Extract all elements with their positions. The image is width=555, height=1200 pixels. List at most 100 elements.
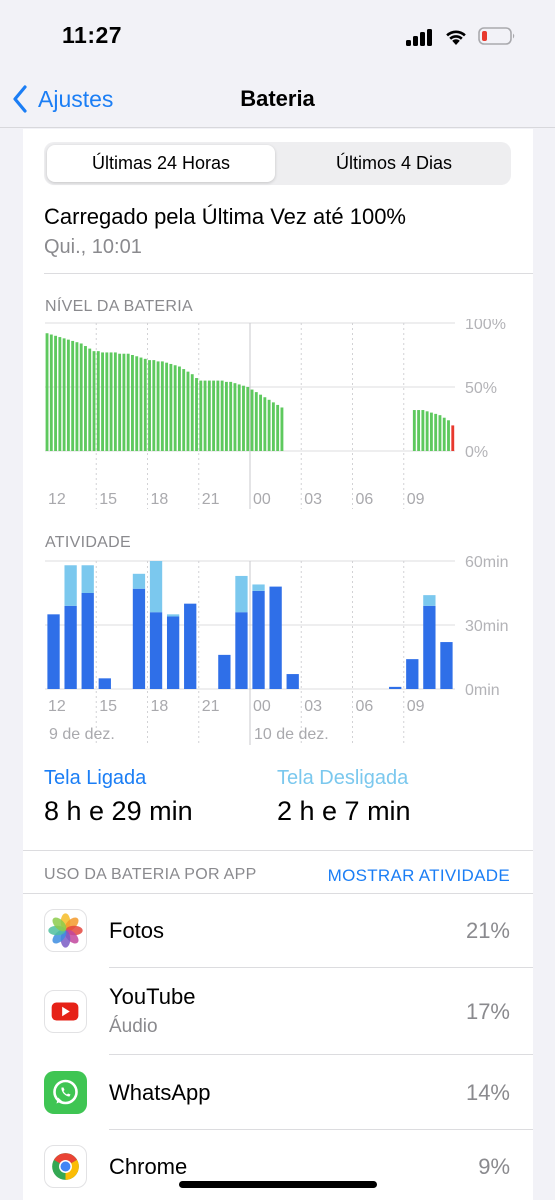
battery-bar [434,413,438,451]
battery-level-chart: 100% 50% 0% 12 15 18 21 00 03 06 09 [45,319,506,509]
screen-off-bar [132,573,146,589]
activity-chart: 60min 30min 0min 12 15 18 21 00 03 06 09 9 de dez. 1… [45,555,509,745]
last-charged-time: Qui., 10:01 [44,236,142,258]
screen-on-bar [132,588,146,689]
show-activity-button[interactable]: MOSTRAR ATIVIDADE [328,866,510,886]
battery-bar [113,352,117,451]
battery-level-label: NÍVEL DA BATERIA [45,298,193,315]
battery-card: Últimas 24 Horas Últimos 4 Dias Carregad… [23,129,533,1200]
navigation-bar: Ajustes Bateria [0,72,555,128]
battery-bar [212,380,216,451]
chrome-icon [44,1145,87,1188]
x-tick-label: 15 [99,491,117,508]
battery-bar [250,389,254,451]
x-tick-label: 06 [356,491,374,508]
screen-off-label: Tela Desligada [277,767,409,789]
x-tick-label: 18 [151,698,169,715]
battery-bar [417,410,421,451]
screen-on-bar [406,659,419,689]
x-tick-label: 12 [48,698,66,715]
battery-bar [131,355,134,451]
y-tick-label: 0min [465,682,500,699]
battery-bar [139,357,143,451]
battery-bar [442,417,446,451]
screen-off-bar [252,584,265,591]
app-percentage: 14% [465,1080,510,1105]
y-tick-label: 100% [465,319,506,333]
screen-on-value: 8 h e 29 min [44,796,193,826]
screen-on-bar [166,616,180,689]
battery-bar [429,412,433,451]
battery-bar [62,338,66,451]
screen-on-bar [440,642,453,689]
battery-bar [118,353,122,451]
x-tick-label: 03 [304,491,322,508]
app-row-fotos[interactable]: Fotos 21% [23,893,533,968]
screen-off-bar [149,561,163,613]
screen-on-bar [423,605,436,689]
battery-bar [263,397,267,451]
home-indicator[interactable] [179,1181,377,1188]
battery-bar [101,352,104,451]
x-tick-label: 18 [151,491,169,508]
battery-bar [242,385,245,451]
screen-on-bar [389,686,402,689]
y-tick-label: 0% [465,444,488,461]
battery-bar [425,411,429,451]
photos-icon [44,909,87,952]
battery-bar [233,383,237,451]
battery-bar [237,384,241,451]
y-tick-label: 60min [465,555,509,571]
battery-bar [246,387,250,451]
screen-on-bar [218,654,231,689]
battery-bar [126,353,130,451]
battery-bar [447,420,450,451]
status-time: 11:27 [62,22,123,48]
date-label: 10 de dez. [254,726,329,743]
battery-bar [203,380,207,451]
battery-bar [220,380,224,451]
screen-on-label: Tela Ligada [44,767,147,789]
screen-on-bar [286,674,299,689]
page-title: Bateria [240,86,315,111]
x-tick-label: 12 [48,491,66,508]
segment-last-4-days[interactable]: Últimos 4 Dias [280,145,508,182]
app-row-youtube[interactable]: YouTube Áudio 17% [23,968,533,1055]
screen-on-bar [149,612,163,689]
last-charged-title: Carregado pela Última Vez até 100% [44,204,406,229]
battery-bar [165,362,169,451]
battery-bar [88,348,92,451]
battery-bar [54,335,58,451]
battery-bar [105,352,109,451]
screen-on-bar [47,614,60,689]
screen-on-bar [81,593,94,689]
battery-bar [190,374,194,451]
y-tick-label: 30min [465,618,509,635]
battery-bar [267,399,271,451]
app-row-chrome[interactable]: Chrome 9% [23,1130,533,1200]
battery-bar [84,346,87,451]
battery-bar [254,392,258,451]
battery-bar [92,351,96,451]
app-row-whatsapp[interactable]: WhatsApp 14% [23,1055,533,1130]
battery-bar [276,404,280,451]
screen-off-value: 2 h e 7 min [277,796,411,826]
battery-bar [109,352,113,451]
x-tick-label: 06 [356,698,374,715]
segment-last-24-hours[interactable]: Últimas 24 Horas [47,145,275,182]
screen-on-bar [269,586,282,689]
x-tick-label: 09 [407,491,425,508]
activity-label: ATIVIDADE [45,534,131,551]
app-name: Chrome [109,1154,188,1179]
screen-off-bar [235,575,248,613]
screen-off-bar [64,565,77,606]
status-bar: 11:27 [0,0,555,72]
x-tick-label: 21 [202,698,220,715]
battery-bar [156,361,160,451]
x-tick-label: 15 [99,698,117,715]
screen-on-bar [98,678,111,689]
screen-on-bar [235,612,248,689]
y-tick-label: 50% [465,380,497,397]
battery-low-icon [478,27,515,45]
battery-bar [207,380,211,451]
